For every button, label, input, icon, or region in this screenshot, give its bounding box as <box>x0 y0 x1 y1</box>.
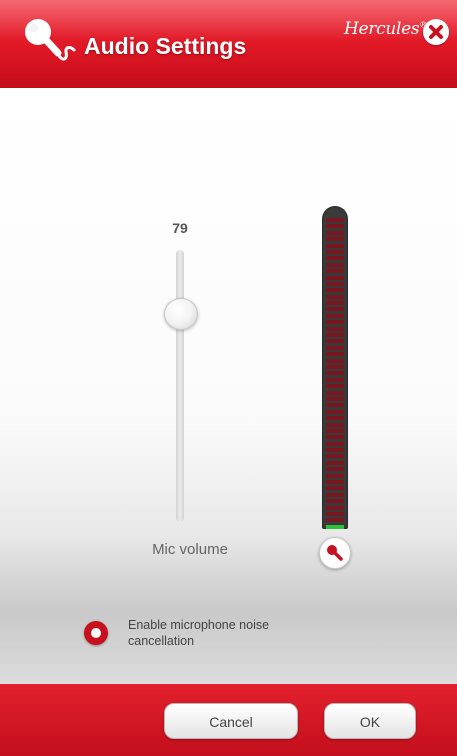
brand-name: Hercules <box>344 19 420 39</box>
meter-segment <box>326 288 344 293</box>
meter-segment <box>326 281 344 286</box>
ok-button[interactable]: OK <box>324 703 416 739</box>
meter-segment <box>326 371 344 376</box>
mic-test-button[interactable] <box>319 537 351 569</box>
meter-segment <box>326 384 344 389</box>
meter-segment <box>326 237 344 242</box>
meter-segment <box>326 307 344 312</box>
meter-segment <box>326 249 344 254</box>
meter-segment <box>326 339 344 344</box>
meter-segment <box>326 364 344 369</box>
meter-segment <box>326 377 344 382</box>
hercules-logo: Hercules® <box>344 19 427 39</box>
meter-segment <box>326 428 344 433</box>
meter-segment <box>326 403 344 408</box>
meter-segment <box>326 467 344 472</box>
footer-bar: Cancel OK <box>0 684 457 756</box>
meter-segment <box>326 218 344 222</box>
meter-segment <box>326 454 344 459</box>
mic-volume-slider-track[interactable] <box>176 250 184 522</box>
meter-segment <box>326 230 344 235</box>
meter-segments <box>326 218 344 531</box>
noise-cancellation-label: Enable microphone noise cancellation <box>128 618 270 648</box>
noise-cancellation-toggle[interactable] <box>84 621 108 645</box>
meter-segment <box>326 409 344 414</box>
meter-segment <box>326 435 344 440</box>
meter-segment <box>326 294 344 299</box>
meter-segment <box>326 333 344 338</box>
meter-segment <box>326 441 344 446</box>
meter-segment <box>326 505 344 510</box>
meter-segment <box>326 243 344 248</box>
meter-segment <box>326 396 344 401</box>
meter-segment <box>326 422 344 427</box>
meter-segment <box>326 511 344 516</box>
meter-segment <box>326 390 344 395</box>
meter-segment <box>326 256 344 261</box>
meter-segment <box>326 416 344 421</box>
meter-segment <box>326 320 344 325</box>
meter-segment <box>326 301 344 306</box>
title-bar: Audio Settings Hercules® <box>0 0 457 88</box>
noise-cancellation-indicator <box>91 628 101 638</box>
settings-panel <box>0 88 457 684</box>
meter-segment <box>326 326 344 331</box>
microphone-icon <box>327 545 343 561</box>
audio-settings-window: Audio Settings Hercules® 79 Mic volume E… <box>0 0 457 756</box>
meter-segment <box>326 480 344 485</box>
meter-segment <box>326 275 344 280</box>
close-icon <box>429 25 443 39</box>
meter-segment <box>326 345 344 350</box>
meter-segment <box>326 262 344 267</box>
close-button[interactable] <box>423 19 449 45</box>
mic-volume-value: 79 <box>172 220 188 236</box>
microphone-icon <box>25 19 76 61</box>
meter-segment <box>326 224 344 229</box>
meter-segment <box>326 358 344 363</box>
meter-segment <box>326 486 344 491</box>
meter-segment <box>326 269 344 274</box>
cancel-button[interactable]: Cancel <box>164 703 298 739</box>
meter-segment <box>326 313 344 318</box>
meter-segment <box>326 352 344 357</box>
meter-segment <box>326 473 344 478</box>
meter-segment <box>326 524 344 529</box>
meter-segment <box>326 460 344 465</box>
mic-level-meter <box>322 206 348 529</box>
mic-volume-slider-thumb[interactable] <box>164 298 198 330</box>
mic-volume-label: Mic volume <box>152 541 228 558</box>
meter-segment <box>326 448 344 453</box>
meter-segment <box>326 492 344 497</box>
meter-segment <box>326 499 344 504</box>
meter-segment <box>326 518 344 523</box>
window-title: Audio Settings <box>84 33 247 59</box>
